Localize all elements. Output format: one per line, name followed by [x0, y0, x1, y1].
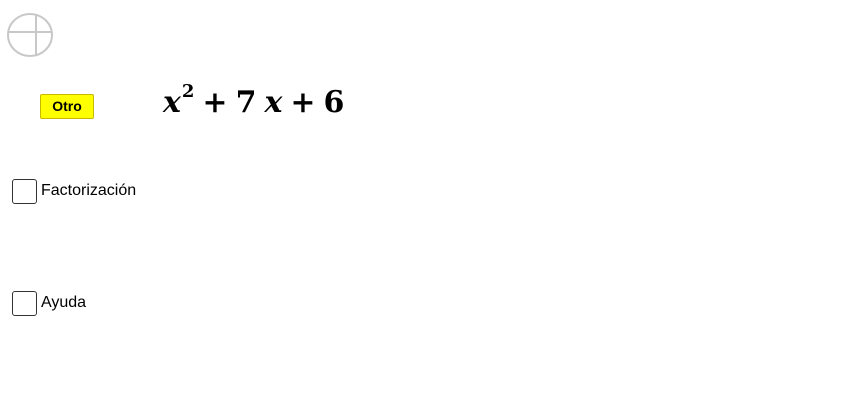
- exponent: 2: [181, 81, 195, 102]
- factorizacion-checkbox[interactable]: [12, 178, 37, 204]
- ayuda-label: Ayuda: [41, 294, 87, 311]
- ayuda-checkbox-row[interactable]: Ayuda: [12, 289, 86, 317]
- plus-operator-2: +: [290, 85, 316, 120]
- constant-term: 6: [323, 85, 345, 120]
- variable-x-2: x: [264, 85, 283, 120]
- polynomial-expression: x2 +7 x +6: [163, 76, 344, 120]
- ayuda-checkbox[interactable]: [12, 290, 37, 316]
- geogebra-logo-icon: [6, 11, 54, 59]
- coefficient: 7: [235, 85, 257, 120]
- variable-x: x: [163, 85, 181, 120]
- plus-operator: +: [202, 85, 228, 120]
- factorizacion-label: Factorización: [41, 182, 137, 199]
- factorizacion-checkbox-row[interactable]: Factorización: [12, 177, 136, 205]
- otro-button[interactable]: Otro: [40, 94, 94, 119]
